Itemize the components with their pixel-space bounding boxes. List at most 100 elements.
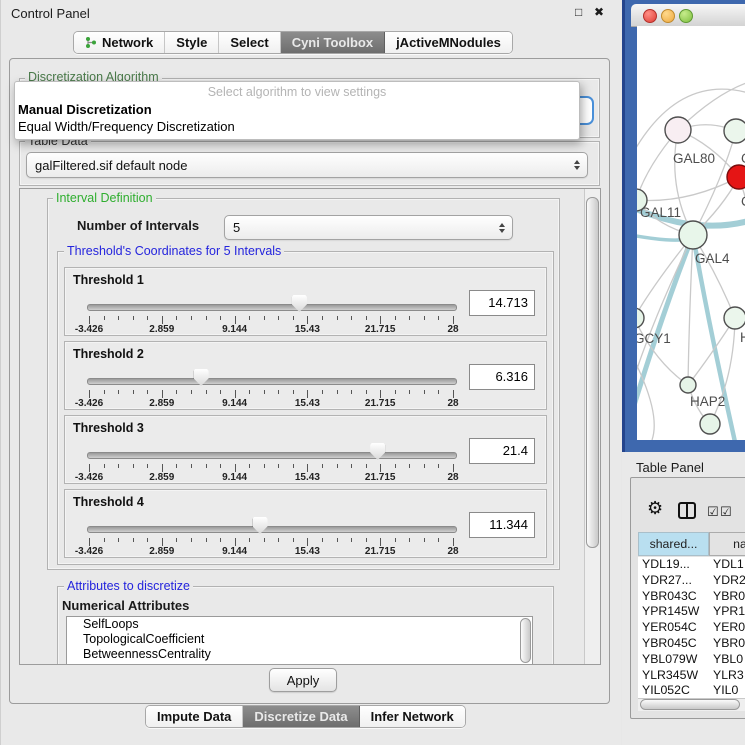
scroll-viewport: Interval Definition Number of Intervals … xyxy=(19,188,601,665)
right-mid-node[interactable] xyxy=(724,307,745,329)
close-traffic-light[interactable] xyxy=(643,9,657,23)
intervals-combo[interactable]: 5 xyxy=(224,215,513,240)
gal80-node[interactable] xyxy=(665,117,691,143)
column-header-name[interactable]: na xyxy=(709,532,745,556)
network-view-window[interactable]: GAL80GAGAL11CGAL4GCY1HHAP2 xyxy=(622,0,745,452)
hap2-node[interactable] xyxy=(680,377,696,393)
attributes-list-scrollbar[interactable] xyxy=(520,618,531,663)
slider-tick-label: 28 xyxy=(425,546,481,557)
gal4-node[interactable] xyxy=(679,221,707,249)
tab-impute-data[interactable]: Impute Data xyxy=(146,706,243,727)
table-hscrollbar-thumb[interactable] xyxy=(640,699,740,710)
checkbox-icon[interactable]: ☑ xyxy=(720,505,732,518)
slider-tick xyxy=(278,464,279,468)
cell-name[interactable]: YDR2 xyxy=(709,573,745,589)
checkbox-icon[interactable]: ☑ xyxy=(707,505,719,518)
tab-cyni-toolbox[interactable]: Cyni Toolbox xyxy=(281,32,385,53)
top-right-node[interactable] xyxy=(724,119,745,143)
tab-style[interactable]: Style xyxy=(165,32,219,53)
tab-discretize-data[interactable]: Discretize Data xyxy=(243,706,359,727)
column-header-shared-name[interactable]: shared... xyxy=(638,532,709,556)
slider-tick xyxy=(438,316,439,320)
slider-tick xyxy=(351,464,352,468)
cell-name[interactable]: YBL0 xyxy=(709,652,743,668)
slider-tick xyxy=(220,316,221,320)
slider-tick xyxy=(366,464,367,468)
table-row[interactable]: YDR27...YDR2 xyxy=(638,573,745,589)
slider-tick-label: 2.859 xyxy=(134,546,190,557)
attribute-list-item[interactable]: BetweennessCentrality xyxy=(67,647,532,662)
table-row[interactable]: YIL052CYIL0 xyxy=(638,683,745,698)
dropdown-item-manual[interactable]: Manual Discretization xyxy=(18,102,152,117)
slider-tick xyxy=(89,538,90,546)
slider-tick xyxy=(424,316,425,320)
cell-name[interactable]: YBR0 xyxy=(709,589,745,605)
gear-icon[interactable]: ⚙ xyxy=(647,499,663,517)
slider-tick xyxy=(337,390,338,394)
cell-name[interactable]: YDL1 xyxy=(709,557,744,573)
bottom-node[interactable] xyxy=(700,414,720,434)
table-row[interactable]: YBL079WYBL0 xyxy=(638,652,745,668)
table-row[interactable]: YDL19...YDL1 xyxy=(638,557,745,573)
threshold-value-field[interactable]: 6.316 xyxy=(469,364,535,390)
cell-shared-name[interactable]: YER054C xyxy=(638,620,709,636)
column-layout-icon[interactable] xyxy=(678,502,696,519)
cell-shared-name[interactable]: YBR045C xyxy=(638,636,709,652)
cell-shared-name[interactable]: YPR145W xyxy=(638,604,709,620)
threshold-value-field[interactable]: 11.344 xyxy=(469,512,535,538)
slider-track[interactable] xyxy=(87,378,457,385)
gcy1-node[interactable] xyxy=(637,308,644,328)
slider-track[interactable] xyxy=(87,452,457,459)
table-row[interactable]: YER054CYER0 xyxy=(638,620,745,636)
network-window-titlebar[interactable] xyxy=(631,4,745,27)
node-label: HAP2 xyxy=(690,394,725,409)
node-label: GCY1 xyxy=(637,331,671,346)
red-node[interactable] xyxy=(727,165,745,189)
cell-name[interactable]: YPR1 xyxy=(709,604,745,620)
slider-tick xyxy=(409,390,410,394)
cell-shared-name[interactable]: YBL079W xyxy=(638,652,709,668)
cell-shared-name[interactable]: YDL19... xyxy=(638,557,709,573)
threshold-label: Threshold 2 xyxy=(73,347,144,361)
minimize-traffic-light[interactable] xyxy=(661,9,675,23)
cell-shared-name[interactable]: YBR043C xyxy=(638,589,709,605)
float-window-icon[interactable]: □ xyxy=(575,5,582,19)
attribute-list-item[interactable]: TopologicalCoefficient xyxy=(67,632,532,647)
slider-track[interactable] xyxy=(87,526,457,533)
threshold-value-field[interactable]: 14.713 xyxy=(469,290,535,316)
apply-button[interactable]: Apply xyxy=(269,668,337,692)
zoom-traffic-light[interactable] xyxy=(679,9,693,23)
slider-tick xyxy=(337,464,338,468)
slider-tick xyxy=(351,390,352,394)
slider-tick xyxy=(366,316,367,320)
main-scrollbar-thumb[interactable] xyxy=(586,197,599,548)
table-row[interactable]: YBR043CYBR0 xyxy=(638,589,745,605)
cell-name[interactable]: YLR3 xyxy=(709,668,744,684)
table-row[interactable]: YLR345WYLR3 xyxy=(638,668,745,684)
attribute-list-item[interactable]: SelfLoops xyxy=(67,617,532,632)
cell-shared-name[interactable]: YIL052C xyxy=(638,683,709,698)
network-edge[interactable] xyxy=(637,177,739,201)
slider-tick xyxy=(249,538,250,542)
threshold-value-field[interactable]: 21.4 xyxy=(469,438,535,464)
cell-shared-name[interactable]: YLR345W xyxy=(638,668,709,684)
slider-tick xyxy=(89,316,90,324)
tab-network[interactable]: Network xyxy=(74,32,165,53)
network-edge[interactable] xyxy=(688,235,693,385)
tab-infer-network[interactable]: Infer Network xyxy=(360,706,465,727)
close-icon[interactable]: ✖ xyxy=(594,5,604,19)
tab-select[interactable]: Select xyxy=(219,32,280,53)
table-data-combo[interactable]: galFiltered.sif default node xyxy=(26,152,588,178)
slider-tick-label: 21.715 xyxy=(352,324,408,335)
network-canvas[interactable]: GAL80GAGAL11CGAL4GCY1HHAP2 xyxy=(637,26,745,440)
slider-track[interactable] xyxy=(87,304,457,311)
table-row[interactable]: YPR145WYPR1 xyxy=(638,604,745,620)
cell-name[interactable]: YBR0 xyxy=(709,636,745,652)
table-row[interactable]: YBR045CYBR0 xyxy=(638,636,745,652)
dropdown-item-equal-width[interactable]: Equal Width/Frequency Discretization xyxy=(18,119,235,134)
cell-name[interactable]: YER0 xyxy=(709,620,745,636)
slider-tick xyxy=(133,464,134,468)
cell-shared-name[interactable]: YDR27... xyxy=(638,573,709,589)
cell-name[interactable]: YIL0 xyxy=(709,683,738,698)
tab-jactivemnodules[interactable]: jActiveMNodules xyxy=(385,32,512,53)
